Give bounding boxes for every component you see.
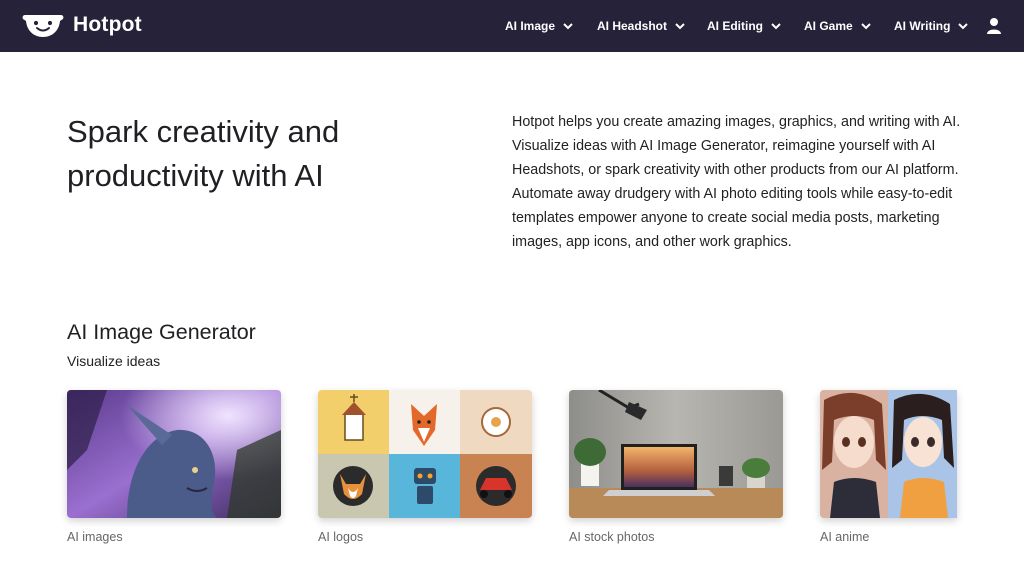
- laptop-desk-image: [569, 390, 783, 518]
- ai-stock-photos-thumbnail: [569, 390, 783, 518]
- anime-portraits-image: [820, 390, 957, 518]
- chevron-down-icon: [675, 22, 685, 29]
- card-ai-logos-label: AI logos: [318, 530, 364, 544]
- nav-ai-image-label: AI Image: [505, 19, 556, 33]
- card-ai-logos[interactable]: AI logos: [318, 390, 532, 544]
- card-ai-stock-photos[interactable]: AI stock photos: [569, 390, 783, 544]
- chevron-down-icon: [771, 22, 781, 29]
- hero-title: Spark creativity and productivity with A…: [67, 114, 340, 193]
- ai-anime-thumbnail: [820, 390, 957, 518]
- smiling-pot-logo-icon: [22, 15, 64, 37]
- nav-ai-editing[interactable]: AI Editing: [707, 0, 781, 52]
- section-subtitle: Visualize ideas: [67, 353, 161, 369]
- card-ai-images[interactable]: AI images: [67, 390, 281, 544]
- card-ai-images-label: AI images: [67, 530, 123, 544]
- hero-description: Hotpot helps you create amazing images, …: [512, 114, 961, 250]
- nav-ai-writing-label: AI Writing: [894, 19, 951, 33]
- nav-ai-image[interactable]: AI Image: [505, 0, 573, 52]
- card-ai-anime[interactable]: AI anime: [820, 390, 957, 544]
- user-icon[interactable]: [986, 17, 1002, 35]
- ai-logos-thumbnail: [318, 390, 532, 518]
- nav-ai-headshot-label: AI Headshot: [597, 19, 668, 33]
- nav-ai-game-label: AI Game: [804, 19, 853, 33]
- ai-images-thumbnail: [67, 390, 281, 518]
- chevron-down-icon: [958, 22, 969, 29]
- fantasy-elf-image: [67, 390, 281, 518]
- section-title: AI Image Generator: [67, 320, 256, 344]
- nav-ai-writing[interactable]: AI Writing: [894, 0, 969, 52]
- brand-name: Hotpot: [73, 13, 142, 36]
- nav-ai-editing-label: AI Editing: [707, 19, 763, 33]
- nav-ai-game[interactable]: AI Game: [804, 0, 871, 52]
- chevron-down-icon: [860, 22, 871, 29]
- card-ai-stock-photos-label: AI stock photos: [569, 530, 655, 544]
- card-ai-anime-label: AI anime: [820, 530, 870, 544]
- brand-logo[interactable]: Hotpot: [22, 12, 142, 38]
- top-navigation-bar: Hotpot AI Image AI Headshot AI Editing A…: [0, 0, 1024, 52]
- chevron-down-icon: [563, 22, 573, 29]
- nav-ai-headshot[interactable]: AI Headshot: [597, 0, 685, 52]
- logo-grid-image: [318, 390, 532, 518]
